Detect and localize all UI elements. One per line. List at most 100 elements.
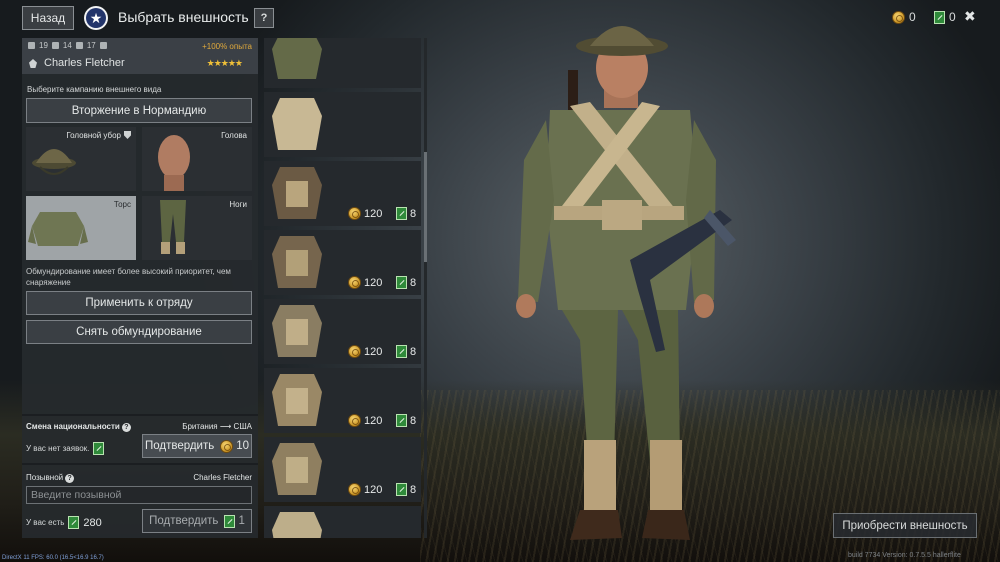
gold-coin-icon [348, 345, 361, 358]
item-price: 120 [364, 414, 383, 427]
callsign-input[interactable] [26, 486, 252, 504]
usa-star-icon: ★ [84, 6, 108, 30]
item-tickets: 8 [410, 207, 417, 220]
perk-icon [51, 42, 59, 49]
shield-icon [124, 131, 131, 139]
priority-note: Обмундирование имеет более высокий приор… [26, 267, 231, 287]
top-bar: Назад ★ Выбрать внешность ? 0 0 ✖ [0, 0, 1000, 36]
ticket-icon [396, 345, 407, 358]
heart-icon [75, 42, 83, 49]
nationality-route: Британия ⟶ США [182, 422, 252, 431]
version-text: build 7734 Version: 0.7.5.5 hallerflite [848, 552, 961, 559]
callsign-have-label: У вас есть [26, 518, 65, 527]
uniform-thumbnail [272, 38, 322, 79]
item-tickets: 8 [410, 414, 417, 427]
list-item[interactable] [264, 92, 421, 157]
confirm-callsign-label: Подтвердить [149, 515, 219, 527]
callsign-title: Позывной? [26, 473, 75, 483]
gear-icon [99, 42, 107, 49]
gold-coin-icon [892, 10, 905, 24]
slot-legs[interactable]: Ноги [142, 196, 252, 260]
slot-torso-label: Торс [113, 200, 131, 209]
ticket-icon [396, 207, 407, 220]
list-item[interactable] [264, 38, 421, 88]
list-item[interactable]: 120 8 [264, 368, 421, 433]
confirm-nationality-button[interactable]: Подтвердить 10 [142, 434, 252, 458]
soldier-stats: 19 14 17 [28, 41, 107, 50]
stat-value-3: 17 [86, 41, 96, 50]
divider [22, 414, 258, 416]
ticket-icon [224, 514, 236, 528]
item-tickets: 8 [410, 276, 417, 289]
ticket-balance: 0 [934, 10, 956, 24]
list-item[interactable]: 120 8 [264, 299, 421, 364]
list-scroll-thumb[interactable] [424, 152, 427, 262]
callsign-title-text: Позывной [26, 473, 64, 482]
apply-to-squad-button[interactable]: Применить к отряду [26, 291, 252, 315]
slot-legs-label: Ноги [229, 200, 247, 209]
help-button[interactable]: ? [254, 8, 274, 28]
nationality-cost: 10 [236, 440, 250, 452]
rank-icon [29, 59, 37, 68]
gold-coin-icon [348, 414, 361, 427]
list-item[interactable]: 120 8 [264, 437, 421, 502]
stat-value-1: 19 [39, 41, 48, 50]
divider [22, 463, 258, 465]
remove-uniform-button[interactable]: Снять обмундирование [26, 320, 252, 344]
ticket-icon [396, 483, 407, 496]
question-icon[interactable]: ? [65, 474, 75, 483]
torso-items-list: 120 8 120 8 120 8 120 8 120 8 [262, 38, 428, 538]
exp-bonus: +100% опыта [202, 42, 252, 51]
uniform-thumbnail [272, 98, 322, 150]
ticket-icon [93, 442, 105, 455]
nationality-title-text: Смена национальности [26, 422, 120, 431]
campaign-prompt: Выберите кампанию внешнего вида [27, 85, 162, 94]
class-icon [28, 42, 35, 49]
stat-value-2: 14 [62, 41, 72, 50]
confirm-nationality-label: Подтвердить [144, 440, 215, 452]
list-scrollbar[interactable] [424, 38, 427, 538]
item-price: 120 [364, 207, 383, 220]
soldier-stars: ★★★★★ [206, 58, 243, 68]
ticket-icon [396, 414, 407, 427]
gold-balance: 0 [892, 10, 916, 24]
slot-headgear[interactable]: Головной убор [26, 127, 136, 191]
soldier-model [516, 26, 736, 540]
slot-head-label: Голова [221, 131, 247, 140]
gold-amount: 0 [909, 10, 916, 24]
gold-coin-icon [348, 276, 361, 289]
ticket-icon [934, 10, 945, 24]
nationality-title: Смена национальности? [26, 422, 131, 432]
gold-coin-icon [348, 483, 361, 496]
campaign-select-button[interactable]: Вторжение в Нормандию [26, 98, 252, 123]
callsign-balance: У вас есть 280 [26, 516, 102, 529]
item-price: 120 [364, 276, 383, 289]
list-item[interactable] [264, 506, 421, 538]
close-button[interactable]: ✖ [964, 8, 976, 25]
slot-head[interactable]: Голова [142, 127, 252, 191]
page-title: Выбрать внешность [118, 9, 249, 25]
slot-torso[interactable]: Торс [26, 196, 136, 260]
list-item[interactable]: 120 8 [264, 161, 421, 226]
nationality-status-text: У вас нет заявок. [26, 444, 90, 453]
ticket-icon [396, 276, 407, 289]
soldier-name: Charles Fletcher [44, 57, 125, 69]
buy-appearance-button[interactable]: Приобрести внешность [833, 513, 977, 538]
nationality-status: У вас нет заявок. [26, 442, 105, 455]
callsign-current-name: Charles Fletcher [193, 473, 252, 482]
confirm-callsign-button[interactable]: Подтвердить 1 [142, 509, 252, 533]
gold-coin-icon [220, 439, 234, 453]
slot-headgear-label: Головной убор [66, 131, 121, 140]
uniform-thumbnail [272, 512, 322, 538]
ticket-amount: 0 [949, 10, 956, 24]
item-price: 120 [364, 483, 383, 496]
callsign-cost: 1 [238, 515, 245, 527]
item-price: 120 [364, 345, 383, 358]
item-tickets: 8 [410, 345, 417, 358]
soldier-card[interactable]: 19 14 17 +100% опыта Charles Fletcher ★★… [22, 38, 258, 74]
back-button[interactable]: Назад [22, 6, 74, 30]
question-icon[interactable]: ? [121, 423, 131, 432]
ticket-icon [68, 516, 80, 529]
list-item[interactable]: 120 8 [264, 230, 421, 295]
appearance-panel: 19 14 17 +100% опыта Charles Fletcher ★★… [22, 38, 258, 538]
